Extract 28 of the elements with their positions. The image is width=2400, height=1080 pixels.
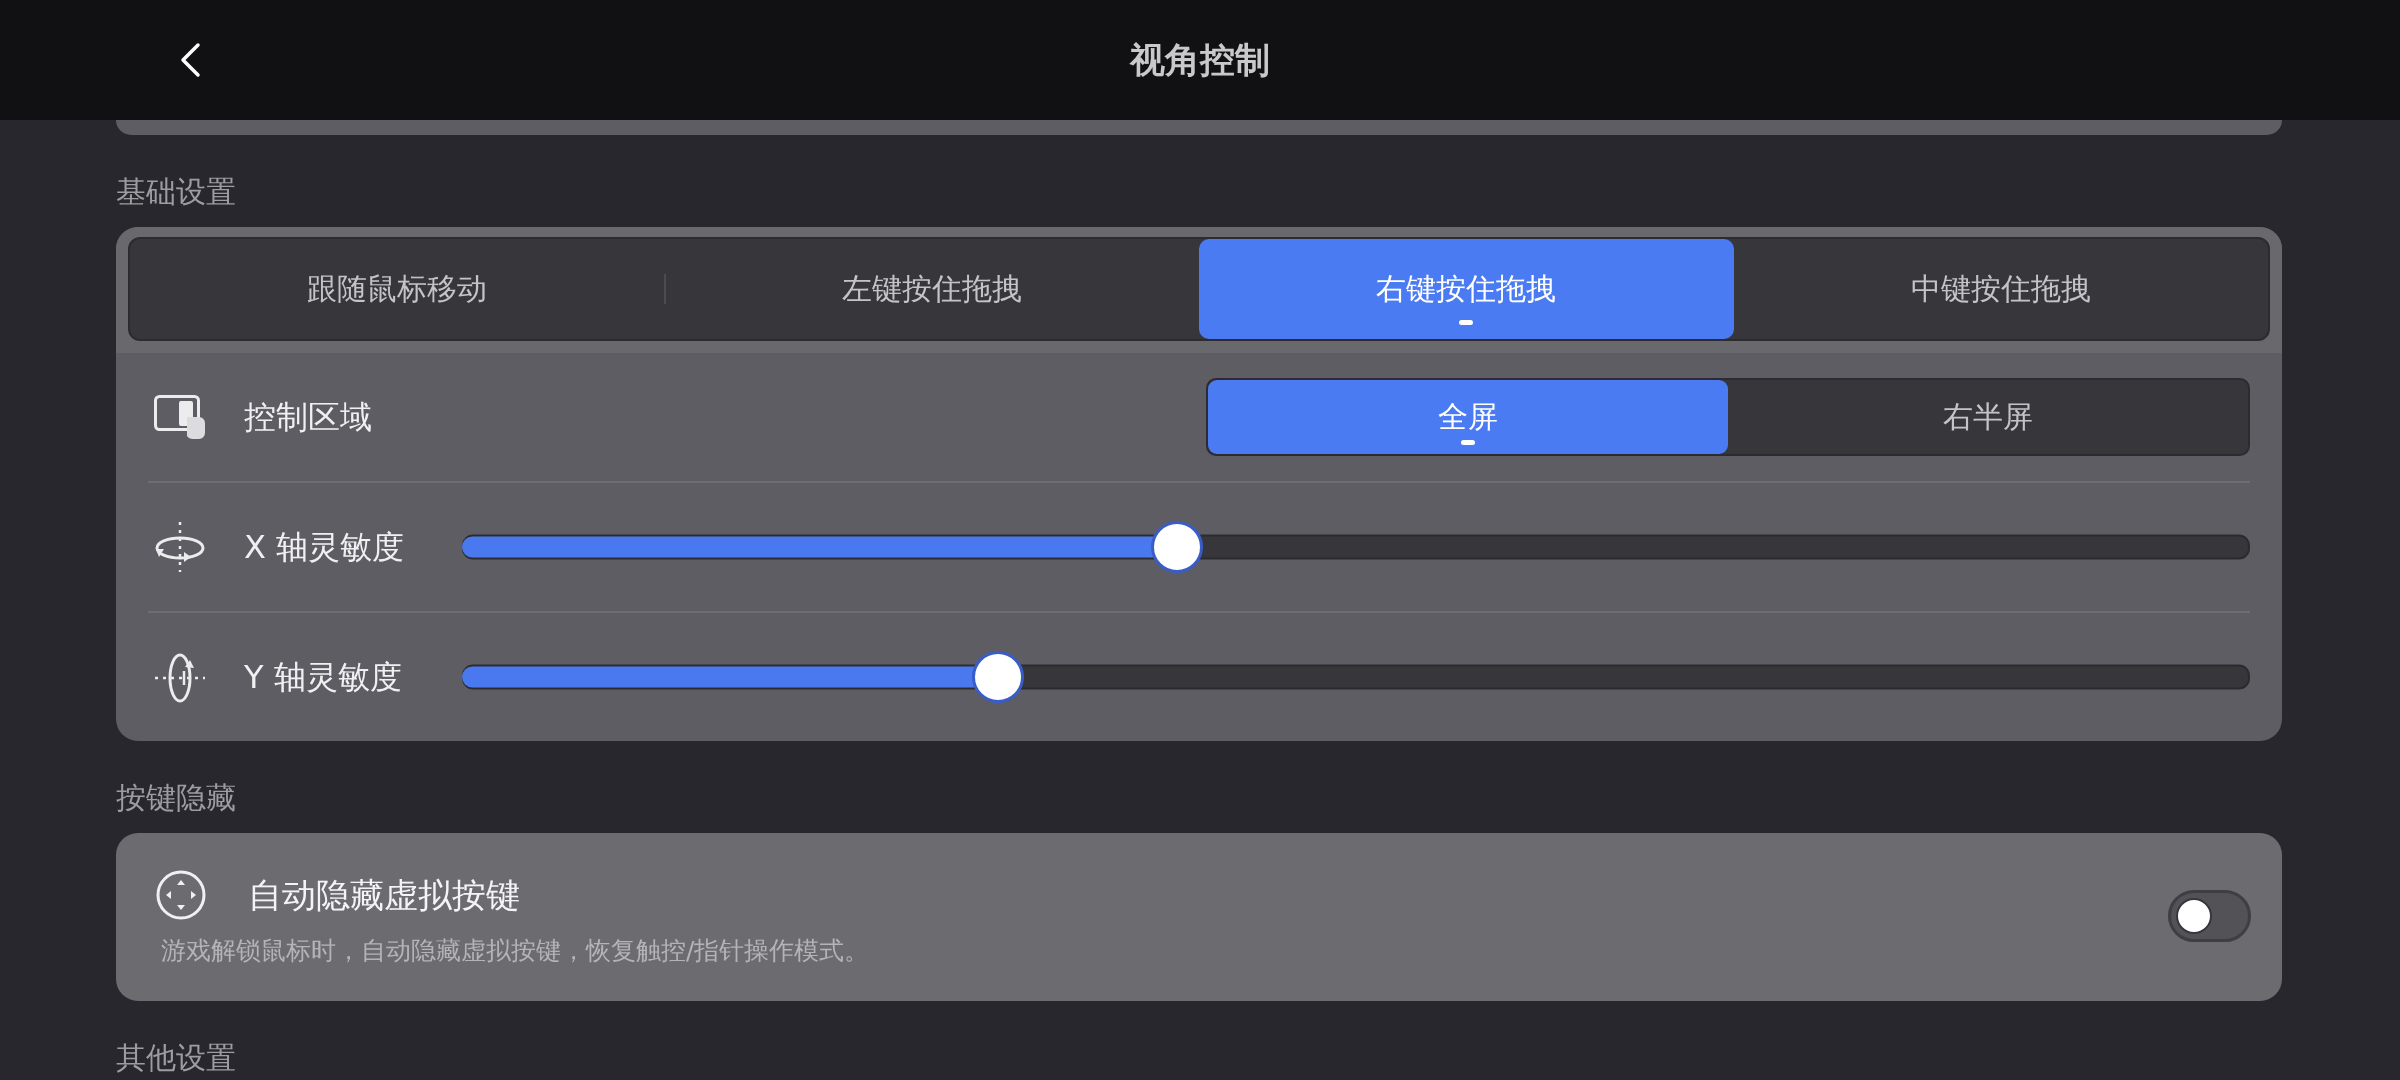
- chevron-left-icon: [179, 42, 201, 78]
- mode-tab[interactable]: 跟随鼠标移动: [130, 239, 665, 339]
- mode-tab[interactable]: 右键按住拖拽: [1199, 239, 1734, 339]
- screen-touch-icon: [154, 395, 206, 439]
- segment-option[interactable]: 全屏: [1208, 380, 1728, 454]
- row-label: X 轴灵敏度: [244, 527, 405, 567]
- direction-circle-icon: [156, 870, 206, 920]
- back-button[interactable]: [179, 42, 201, 78]
- section-heading: 按键隐藏: [116, 783, 236, 813]
- mode-tab[interactable]: 左键按住拖拽: [664, 239, 1199, 339]
- slider-track[interactable]: [462, 651, 2250, 703]
- row-label: Y 轴灵敏度: [244, 657, 402, 697]
- section-heading: 其他设置: [116, 1043, 236, 1073]
- rotate-horizontal-icon: [154, 521, 206, 573]
- section-heading: 基础设置: [116, 177, 236, 207]
- mode-tab[interactable]: 中键按住拖拽: [1733, 239, 2268, 339]
- setting-title: 自动隐藏虚拟按键: [248, 874, 520, 917]
- dash-icon: [1461, 440, 1475, 445]
- rotate-vertical-icon: [154, 651, 206, 703]
- slider-thumb[interactable]: [1151, 521, 1204, 573]
- row-label: 控制区域: [244, 397, 372, 437]
- slider-track[interactable]: [462, 521, 2250, 573]
- page-title: 视角控制: [1130, 39, 1270, 82]
- dash-icon: [1459, 320, 1474, 325]
- toggle-switch[interactable]: [2168, 889, 2251, 942]
- segment-option[interactable]: 右半屏: [1728, 380, 2248, 454]
- setting-description: 游戏解锁鼠标时，自动隐藏虚拟按键，恢复触控/指针操作模式。: [161, 938, 870, 964]
- slider-thumb[interactable]: [972, 651, 1025, 703]
